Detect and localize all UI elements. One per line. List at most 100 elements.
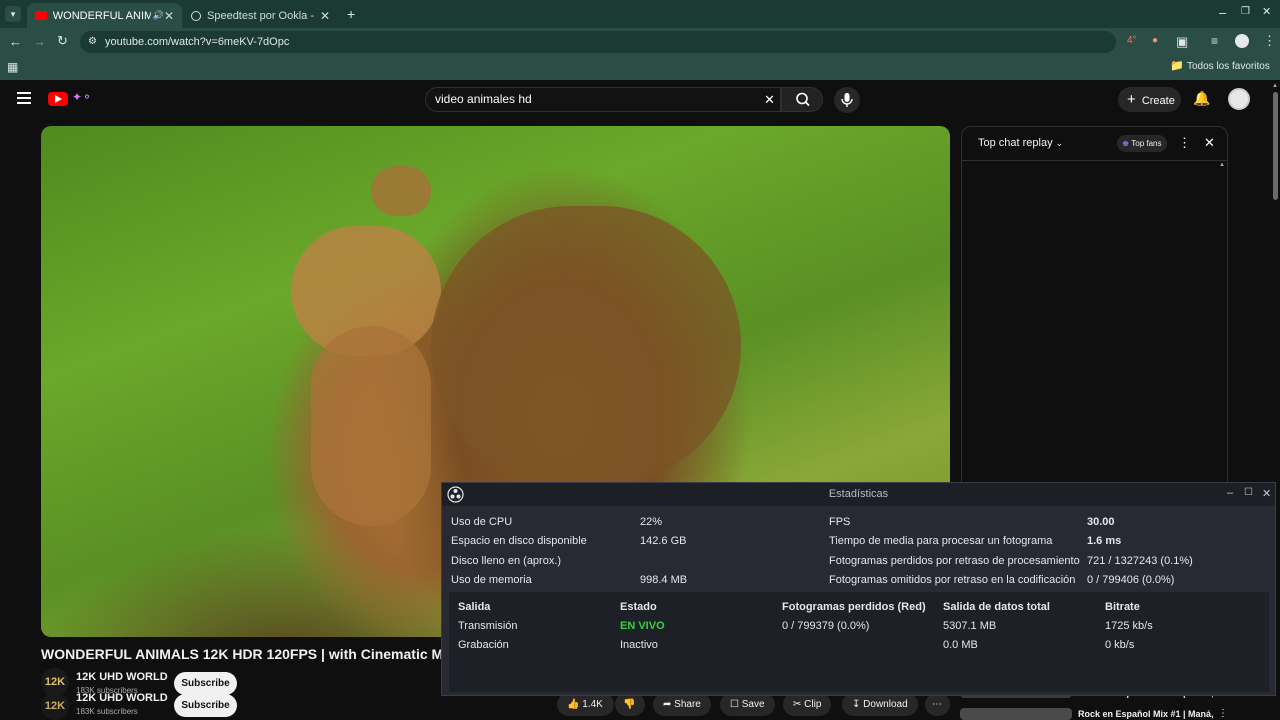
clip-button[interactable]: ✂ Clip xyxy=(783,693,832,716)
table-header: Bitrate xyxy=(1105,601,1140,613)
bookmarks-bar: ▦ 📁 Todos los favoritos xyxy=(0,56,1280,80)
volume-icon: 🔊 xyxy=(152,10,164,20)
voice-search-button[interactable] xyxy=(834,87,860,113)
extension-badge-icon[interactable]: 4° xyxy=(1127,36,1137,46)
back-icon[interactable]: ← xyxy=(9,35,22,48)
save-button[interactable]: ☐ Save xyxy=(720,693,775,716)
thumbs-up-icon: 👍 xyxy=(567,699,580,710)
related-video-title[interactable]: Rock en Español Mix #1 | Maná, xyxy=(1078,709,1214,719)
tab-search-button[interactable]: ▾ xyxy=(5,6,21,22)
tab-speedtest[interactable]: Speedtest por Ookla - La ✕ xyxy=(183,3,338,28)
table-header: Salida xyxy=(458,601,491,613)
table-cell: 0 kb/s xyxy=(1105,639,1135,651)
stat-value: 0 / 799406 (0.0%) xyxy=(1087,574,1175,586)
address-bar[interactable]: ⚙ youtube.com/watch?v=6meKV-7dOpc xyxy=(80,31,1116,53)
more-icon: ⋯ xyxy=(932,699,942,710)
top-fans-button[interactable]: ♚ Top fans xyxy=(1117,135,1167,152)
stat-value: 30.00 xyxy=(1087,516,1115,528)
subscribe-button[interactable]: Subscribe xyxy=(174,694,237,717)
stat-value: 142.6 GB xyxy=(640,535,687,547)
profile-avatar[interactable] xyxy=(1235,34,1249,48)
chat-scroll-arrow-icon[interactable]: ▲ xyxy=(1219,162,1225,168)
page-scrollbar[interactable] xyxy=(1273,92,1278,200)
save-label: Save xyxy=(741,699,765,710)
video-frame-detail xyxy=(431,206,741,486)
chat-mode-selector[interactable]: Top chat replay ⌄ xyxy=(978,137,1063,149)
search-input[interactable]: video animales hd ✕ xyxy=(425,87,781,112)
stat-label: Tiempo de media para procesar un fotogra… xyxy=(829,535,1053,547)
like-button[interactable]: 👍 1.4K xyxy=(557,693,614,716)
channel-name[interactable]: 12K UHD WORLD xyxy=(76,692,168,704)
youtube-favicon-icon xyxy=(35,11,47,20)
live-status: EN VIVO xyxy=(620,620,665,632)
table-cell: 0 / 799379 (0.0%) xyxy=(782,620,870,632)
tab-youtube[interactable]: WONDERFUL ANIMA 🔊 ✕ xyxy=(27,3,182,28)
download-icon: ↧ xyxy=(852,699,861,710)
stat-label: FPS xyxy=(829,516,851,528)
reload-icon[interactable]: ↻ xyxy=(57,34,68,47)
create-button[interactable]: + Create xyxy=(1118,87,1181,112)
folder-icon: 📁 xyxy=(1170,60,1184,72)
forward-icon[interactable]: → xyxy=(33,35,46,48)
speedtest-favicon-icon xyxy=(191,10,201,21)
browser-menu-icon[interactable]: ⋮ xyxy=(1263,34,1276,47)
related-video-menu-icon[interactable]: ⋮ xyxy=(1218,708,1228,719)
top-fans-label: Top fans xyxy=(1131,139,1162,148)
stat-label: Uso de memoria xyxy=(451,574,532,586)
video-title: WONDERFUL ANIMALS 12K HDR 120FPS | with … xyxy=(41,646,441,662)
stat-value: 1.6 ms xyxy=(1087,535,1122,547)
obs-minimize-icon[interactable]: – xyxy=(1227,487,1233,499)
account-avatar[interactable] xyxy=(1228,88,1250,110)
url-text: youtube.com/watch?v=6meKV-7dOpc xyxy=(105,36,290,48)
clip-label: Clip xyxy=(804,699,822,710)
share-label: Share xyxy=(674,699,701,710)
close-chat-icon[interactable]: ✕ xyxy=(1204,135,1215,151)
obs-close-icon[interactable]: ✕ xyxy=(1262,487,1271,500)
stat-value: 22% xyxy=(640,516,663,528)
subscriber-count: 183K subscribers xyxy=(76,707,138,716)
microphone-icon xyxy=(841,93,853,107)
video-frame-detail xyxy=(311,326,431,526)
close-tab-icon[interactable]: ✕ xyxy=(164,9,174,23)
channel-avatar[interactable]: 12K xyxy=(41,692,69,720)
video-frame-detail xyxy=(371,166,431,216)
table-cell: 0.0 MB xyxy=(943,639,978,651)
browser-tab-bar: ▾ WONDERFUL ANIMA 🔊 ✕ Speedtest por Ookl… xyxy=(0,0,1280,28)
apps-grid-icon[interactable]: ▦ xyxy=(7,61,18,73)
youtube-logo[interactable] xyxy=(48,92,68,106)
dislike-button[interactable]: 👎 xyxy=(615,693,645,716)
subscribe-button[interactable]: Subscribe xyxy=(174,672,237,695)
close-tab-icon[interactable]: ✕ xyxy=(320,9,330,23)
close-window-icon[interactable]: ✕ xyxy=(1262,7,1271,18)
stat-label: Disco lleno en (aprox.) xyxy=(451,555,562,567)
search-value: video animales hd xyxy=(435,92,532,106)
table-cell: Transmisión xyxy=(458,620,518,632)
chat-mode-label: Top chat replay xyxy=(978,137,1053,149)
hamburger-menu-icon[interactable] xyxy=(17,92,31,104)
scissors-icon: ✂ xyxy=(793,699,802,710)
search-button[interactable] xyxy=(781,87,823,112)
obs-titlebar[interactable]: Estadísticas – ☐ ✕ xyxy=(442,483,1275,506)
scroll-up-icon[interactable]: ▲ xyxy=(1272,83,1278,89)
download-button[interactable]: ↧ Download xyxy=(842,693,918,716)
channel-name[interactable]: 12K UHD WORLD xyxy=(76,671,168,683)
extension-icon[interactable]: ● xyxy=(1152,36,1158,46)
site-info-icon[interactable]: ⚙ xyxy=(88,31,97,53)
restore-window-icon[interactable]: ❐ xyxy=(1241,7,1250,17)
minimize-window-icon[interactable]: – xyxy=(1219,6,1226,19)
clear-search-icon[interactable]: ✕ xyxy=(764,88,775,111)
related-video-thumbnail[interactable] xyxy=(960,708,1072,720)
obs-maximize-icon[interactable]: ☐ xyxy=(1244,487,1253,498)
all-bookmarks-link[interactable]: Todos los favoritos xyxy=(1187,61,1270,72)
media-control-icon[interactable]: ≡ xyxy=(1211,35,1218,47)
more-actions-button[interactable]: ⋯ xyxy=(925,693,950,716)
crown-icon: ♚ xyxy=(1122,139,1130,148)
share-button[interactable]: ➦ Share xyxy=(653,693,711,716)
extensions-puzzle-icon[interactable]: ▣ xyxy=(1176,35,1188,48)
new-tab-icon[interactable]: + xyxy=(347,7,355,21)
stat-label: Fotogramas perdidos por retraso de proce… xyxy=(829,555,1080,567)
save-icon: ☐ xyxy=(730,699,739,710)
notifications-bell-icon[interactable]: 🔔 xyxy=(1193,90,1210,107)
table-header: Estado xyxy=(620,601,657,613)
chat-more-icon[interactable]: ⋮ xyxy=(1178,135,1191,151)
